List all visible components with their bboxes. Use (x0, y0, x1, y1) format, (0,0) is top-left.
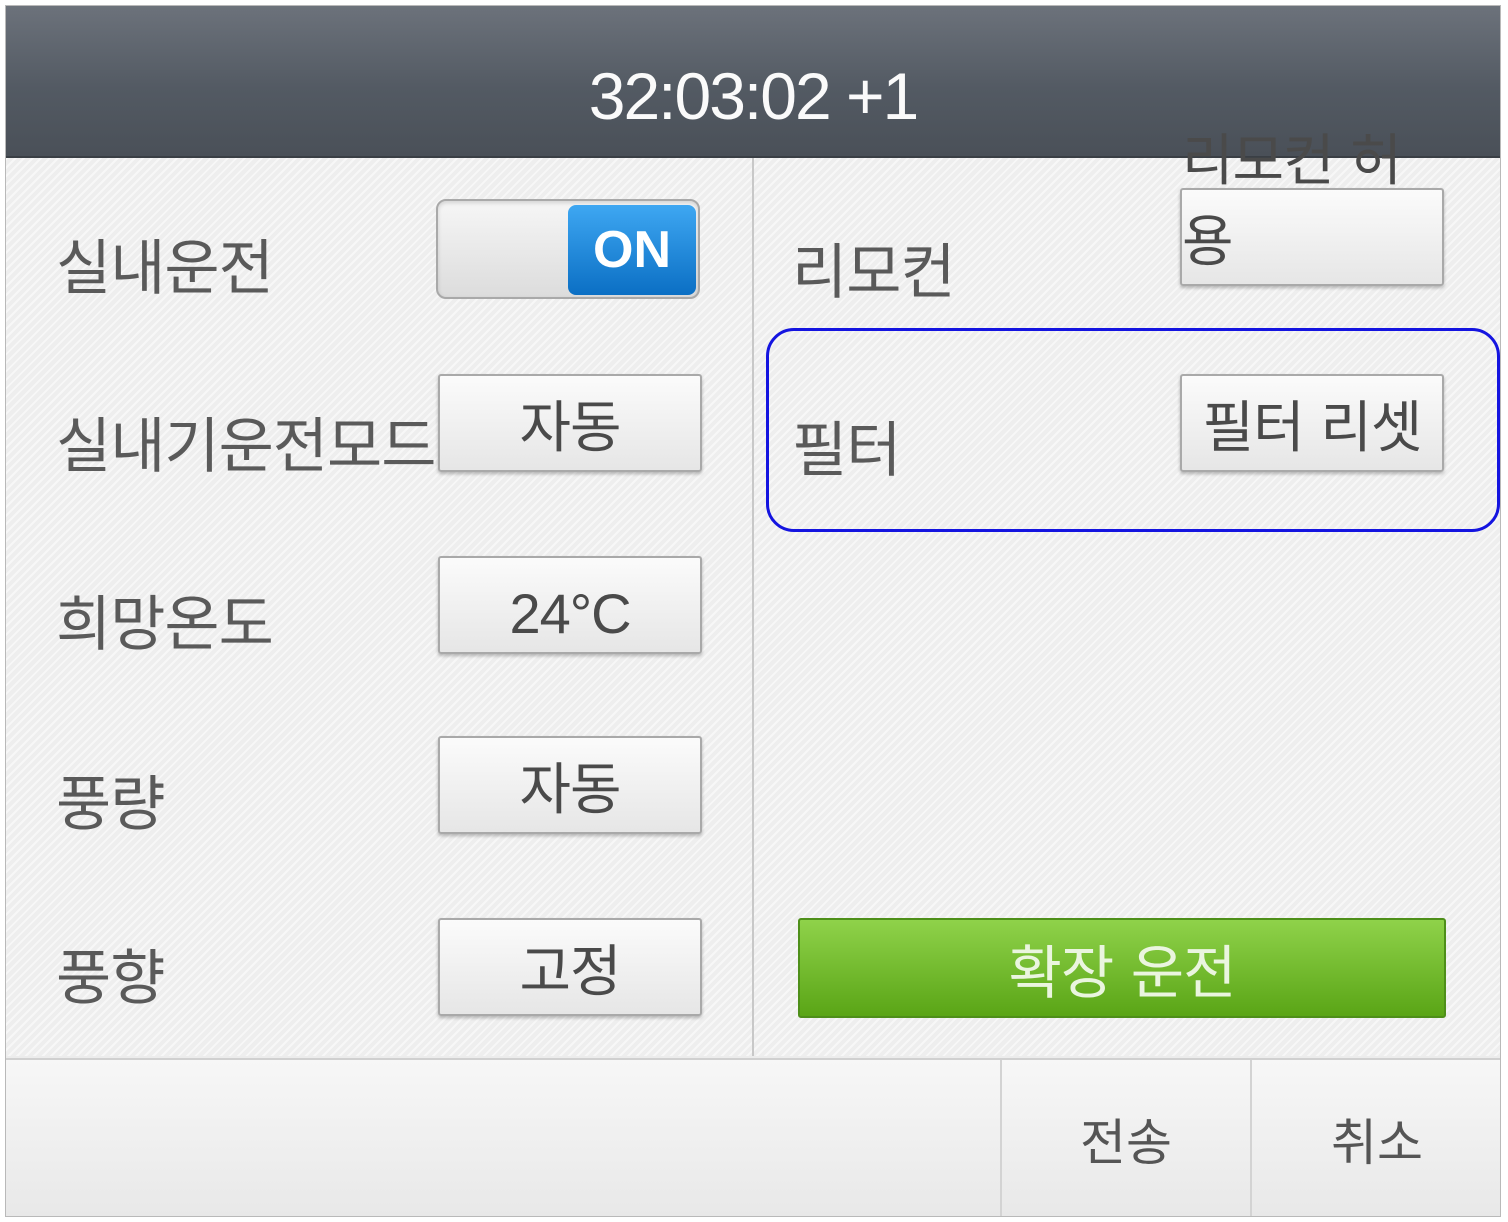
control-panel-window: 32:03:02 +1 실내운전 ON 실내기운전모드 자동 희망온도 24°C… (6, 6, 1500, 1216)
fan-speed-label: 풍량 (56, 770, 165, 840)
filter-reset-button[interactable]: 필터 리셋 (1180, 374, 1444, 472)
indoor-operation-toggle[interactable]: ON (436, 199, 700, 299)
indoor-mode-label: 실내기운전모드 (56, 412, 436, 482)
filter-label: 필터 (792, 416, 901, 486)
extended-operation-button[interactable]: 확장 운전 (798, 918, 1446, 1018)
footer-bar: 전송 취소 (6, 1058, 1500, 1216)
target-temp-button[interactable]: 24°C (438, 556, 702, 654)
remote-allow-button[interactable]: 리모컨 허용 (1180, 129, 1444, 286)
indoor-mode-button[interactable]: 자동 (438, 374, 702, 472)
target-temp-label: 희망온도 (56, 590, 274, 660)
fan-direction-label: 풍향 (56, 944, 165, 1014)
send-button[interactable]: 전송 (1000, 1060, 1250, 1216)
indoor-operation-label: 실내운전 (56, 234, 274, 304)
remote-label: 리모컨 (792, 238, 956, 308)
cancel-button[interactable]: 취소 (1250, 1060, 1500, 1216)
toggle-on-knob: ON (568, 205, 696, 295)
fan-direction-button[interactable]: 고정 (438, 918, 702, 1016)
fan-speed-button[interactable]: 자동 (438, 736, 702, 834)
